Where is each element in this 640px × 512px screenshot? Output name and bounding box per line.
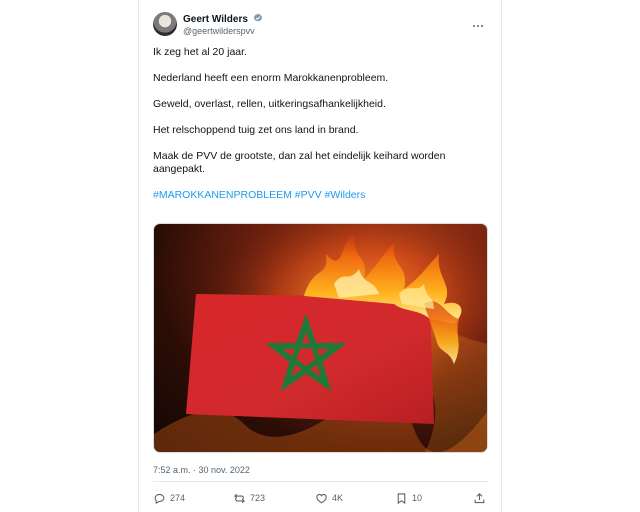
tweet-header: Geert Wilders @geertwilderspvv: [153, 12, 489, 40]
reply-icon: [154, 493, 165, 504]
reply-button[interactable]: 274: [153, 490, 185, 506]
repost-icon: [234, 493, 245, 503]
tweet-paragraph: Het relschoppend tuig zet ons land in br…: [153, 124, 359, 136]
reply-count: 274: [170, 493, 186, 503]
more-options-icon[interactable]: [473, 14, 489, 27]
hashtag-links[interactable]: #MAROKKANENPROBLEEM #PVV #Wilders: [153, 189, 453, 202]
share-icon: [474, 492, 485, 503]
burning-flag-illustration: [154, 224, 487, 452]
verified-icon: [253, 13, 262, 22]
tweet-paragraph: Geweld, overlast, rellen, uitkeringsafha…: [153, 98, 386, 110]
author-name-row[interactable]: Geert Wilders: [183, 13, 263, 25]
like-button[interactable]: 4K: [315, 490, 343, 506]
share-button[interactable]: [473, 490, 486, 506]
bookmark-button[interactable]: 10: [395, 490, 422, 506]
tweet-timestamp[interactable]: 7:52 a.m. · 30 nov. 2022: [153, 465, 250, 475]
tweet-actions: 274 723 4K 10: [153, 490, 489, 506]
tweet-card: Geert Wilders @geertwilderspvv Ik zeg he…: [138, 0, 502, 512]
author-name[interactable]: Geert Wilders: [183, 14, 248, 25]
tweet-text: Ik zeg het al 20 jaar. Nederland heeft e…: [153, 46, 453, 215]
repost-count: 723: [250, 493, 266, 503]
avatar[interactable]: [153, 12, 177, 36]
tweet-paragraph: Ik zeg het al 20 jaar.: [153, 46, 247, 58]
repost-button[interactable]: 723: [233, 490, 265, 506]
bookmark-icon: [397, 492, 406, 504]
tweet-paragraph: Maak de PVV de grootste, dan zal het ein…: [153, 150, 446, 175]
tweet-image-burning-flag[interactable]: [153, 223, 488, 453]
tweet-paragraph: Nederland heeft een enorm Marokkanenprob…: [153, 72, 389, 84]
view-count: 10: [412, 493, 423, 503]
author-handle[interactable]: @geertwilderspvv: [183, 26, 255, 36]
flag-shape: [186, 294, 434, 424]
like-count: 4K: [332, 493, 344, 503]
divider: [153, 481, 489, 482]
like-icon: [316, 493, 327, 503]
